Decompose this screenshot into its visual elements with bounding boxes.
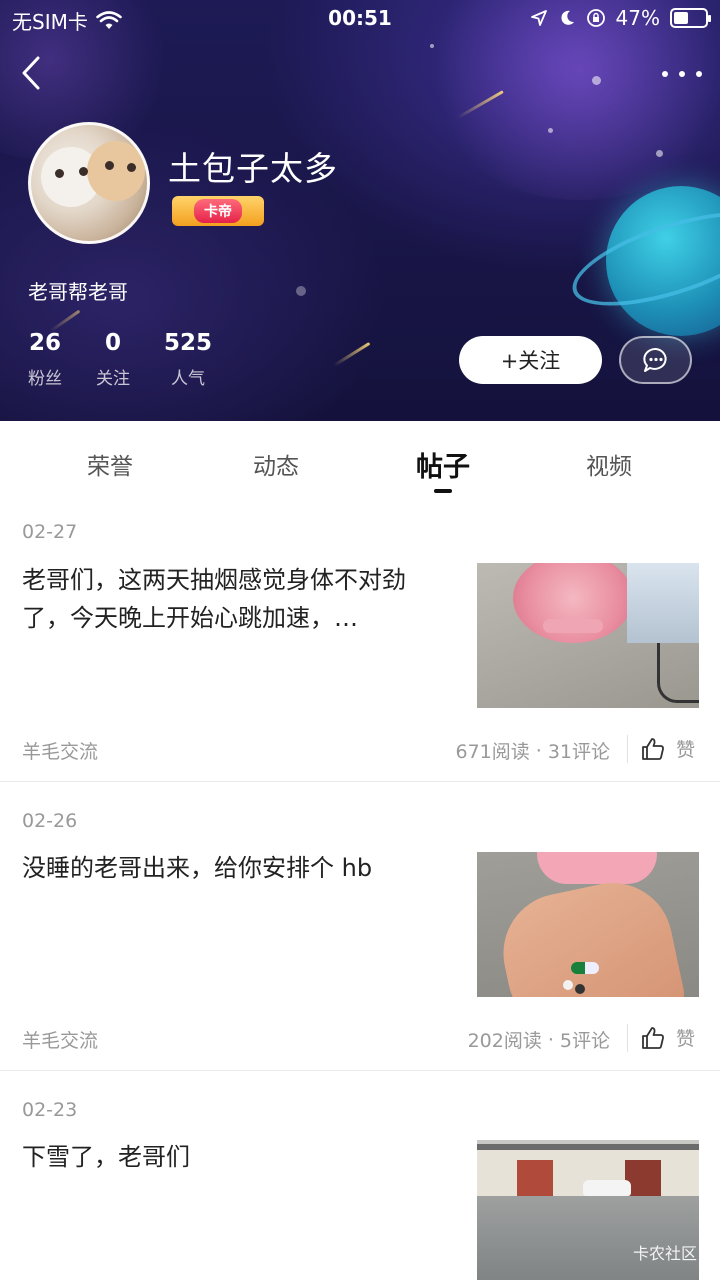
- watermark-text: 卡农社区: [632, 1244, 697, 1263]
- post-stats: 202阅读 · 5评论: [468, 1026, 610, 1053]
- stat-value: 26: [28, 330, 61, 356]
- stat-label: 人气: [171, 369, 205, 389]
- post-category[interactable]: 羊毛交流: [22, 737, 98, 764]
- rotation-lock-icon: [586, 9, 605, 27]
- star-decoration: [592, 76, 601, 85]
- avatar[interactable]: [28, 122, 150, 244]
- post-date: 02-26: [22, 810, 78, 832]
- star-decoration: [656, 150, 663, 157]
- like-label: 赞: [676, 739, 696, 761]
- post-item[interactable]: 02-23 下雪了，老哥们 卡农社区: [0, 1071, 720, 1280]
- like-label: 赞: [676, 1028, 696, 1050]
- stat-value: 0: [104, 330, 121, 356]
- stat-fans[interactable]: 26 粉丝: [28, 330, 62, 389]
- like-button[interactable]: 赞: [640, 735, 695, 762]
- post-date: 02-23: [22, 1099, 78, 1121]
- divider: [627, 1024, 628, 1052]
- thumbs-up-icon: [642, 1026, 664, 1049]
- follow-button[interactable]: +关注: [459, 336, 602, 384]
- post-title[interactable]: 没睡的老哥出来，给你安排个 hb: [22, 849, 452, 887]
- like-button[interactable]: 赞: [640, 1024, 695, 1051]
- star-decoration: [548, 128, 553, 133]
- more-options-button[interactable]: [662, 60, 702, 88]
- post-title[interactable]: 下雪了，老哥们: [22, 1138, 452, 1176]
- stat-popularity: 525 人气: [164, 330, 212, 389]
- post-stats: 671阅读 · 31评论: [456, 737, 611, 764]
- read-count: 671阅读: [455, 741, 530, 763]
- username: 土包子太多: [168, 149, 338, 188]
- comment-count: 5评论: [559, 1030, 610, 1052]
- profile-header: 无SIM卡 00:51 47% 土包子太多 卡帝 老哥帮老哥 26 粉丝 0 关…: [0, 0, 720, 421]
- tab-honors[interactable]: 荣誉: [87, 447, 133, 481]
- profile-stats: 26 粉丝 0 关注 525 人气: [28, 330, 246, 389]
- comment-count: 31评论: [547, 741, 610, 763]
- star-decoration: [430, 44, 434, 48]
- chevron-left-icon: [22, 56, 40, 90]
- stat-label: 粉丝: [28, 369, 62, 389]
- status-bar: 无SIM卡 00:51 47%: [0, 0, 720, 36]
- level-badge: 卡帝: [172, 196, 264, 226]
- moon-icon: [560, 10, 574, 25]
- tab-videos[interactable]: 视频: [586, 447, 632, 481]
- divider: [627, 735, 628, 763]
- stat-label: 关注: [96, 369, 130, 389]
- thumbs-up-icon: [642, 737, 664, 760]
- tab-posts[interactable]: 帖子: [416, 445, 470, 484]
- post-thumbnail[interactable]: 卡农社区: [477, 1140, 699, 1280]
- more-dots-icon: [662, 71, 668, 77]
- active-tab-indicator: [434, 489, 452, 493]
- message-button[interactable]: [619, 336, 692, 384]
- read-count: 202阅读: [467, 1030, 542, 1052]
- stat-following[interactable]: 0 关注: [96, 330, 130, 389]
- tab-activity[interactable]: 动态: [253, 447, 299, 481]
- chat-bubble-icon: [642, 348, 667, 372]
- post-thumbnail[interactable]: [477, 852, 699, 997]
- post-thumbnail[interactable]: [477, 563, 699, 708]
- post-item[interactable]: 02-27 老哥们，这两天抽烟感觉身体不对劲了，今天晚上开始心跳加速，… 羊毛交…: [0, 509, 720, 782]
- back-button[interactable]: [14, 52, 54, 96]
- meteor-decoration: [333, 341, 371, 367]
- stat-value: 525: [164, 330, 213, 356]
- user-bio: 老哥帮老哥: [28, 280, 128, 304]
- meta-separator: ·: [547, 1028, 554, 1051]
- location-arrow-icon: [530, 10, 547, 26]
- battery-icon: [670, 8, 711, 28]
- meta-separator: ·: [535, 739, 542, 762]
- post-date: 02-27: [22, 521, 78, 543]
- profile-tabs: 荣誉 动态 帖子 视频: [0, 421, 720, 509]
- post-title[interactable]: 老哥们，这两天抽烟感觉身体不对劲了，今天晚上开始心跳加速，…: [22, 561, 452, 637]
- post-category[interactable]: 羊毛交流: [22, 1026, 98, 1053]
- post-item[interactable]: 02-26 没睡的老哥出来，给你安排个 hb 羊毛交流 202阅读 · 5评论 …: [0, 782, 720, 1071]
- battery-percent: 47%: [615, 6, 660, 30]
- level-badge-label: 卡帝: [194, 199, 242, 223]
- star-decoration: [296, 286, 306, 296]
